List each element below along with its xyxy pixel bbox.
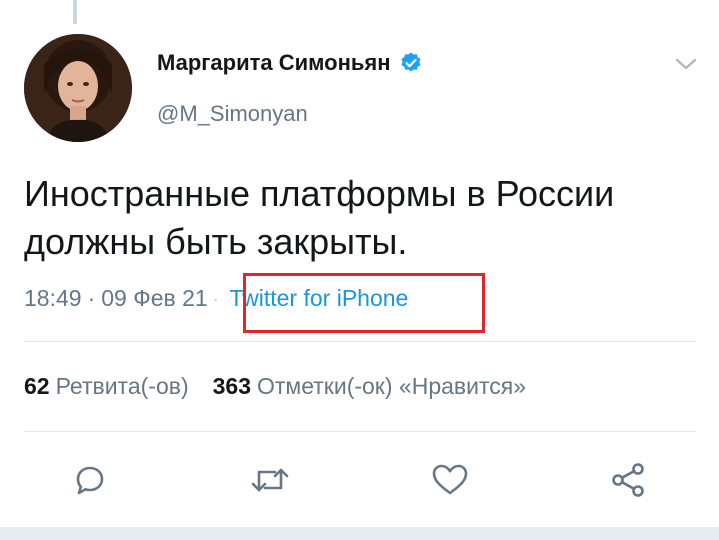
reply-icon [76, 466, 104, 495]
verified-badge-icon [399, 51, 423, 75]
meta-separator: · [87, 285, 96, 311]
tweet-time: 18:49 [24, 285, 82, 311]
like-button[interactable] [428, 458, 472, 502]
retweet-icon [251, 468, 289, 492]
reply-button[interactable] [68, 458, 112, 502]
avatar[interactable] [24, 34, 132, 142]
avatar-photo [24, 34, 132, 142]
meta-separator-2: · [211, 285, 220, 311]
display-name[interactable]: Маргарита Симоньян [157, 50, 391, 76]
share-button[interactable] [606, 458, 650, 502]
chevron-down-icon[interactable] [672, 50, 700, 78]
bottom-separator-bar [0, 527, 719, 540]
highlight-annotation-box [243, 273, 485, 333]
divider-bottom [24, 431, 696, 432]
retweets-count[interactable]: 62 [24, 373, 50, 400]
tweet-stats: 62 Ретвита(-ов) 363 Отметки(-ок) «Нравит… [24, 373, 526, 400]
like-icon [432, 464, 468, 495]
tweet-actions-bar [0, 458, 719, 506]
share-icon [612, 463, 644, 497]
thread-connector-line [73, 0, 77, 24]
retweets-label[interactable]: Ретвита(-ов) [56, 373, 189, 400]
divider-top [24, 341, 696, 342]
tweet-date: 09 Фев 21 [101, 285, 208, 311]
likes-label[interactable]: Отметки(-ок) «Нравится» [257, 373, 526, 400]
user-handle[interactable]: @M_Simonyan [157, 101, 308, 127]
likes-count[interactable]: 363 [213, 373, 251, 400]
author-name-row[interactable]: Маргарита Симоньян [157, 50, 423, 76]
retweet-button[interactable] [248, 458, 292, 502]
tweet-text: Иностранные платформы в России должны бы… [24, 173, 615, 262]
